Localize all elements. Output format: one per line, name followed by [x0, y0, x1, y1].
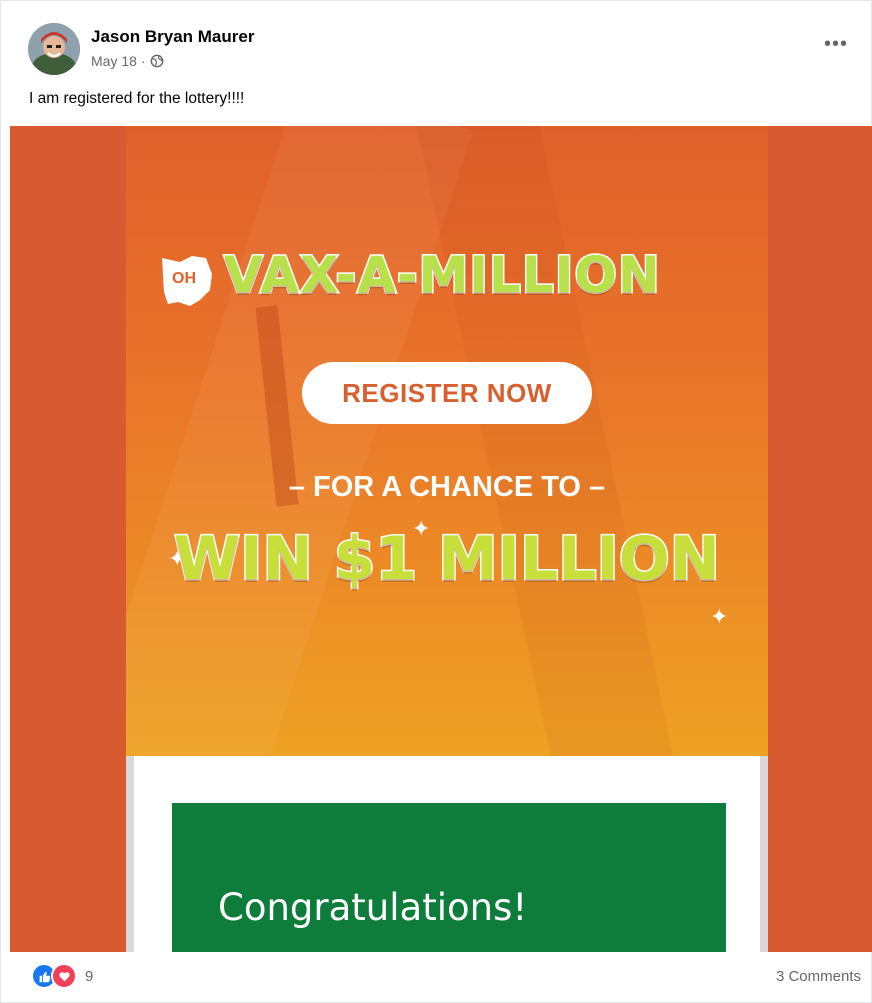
vax-a-million-logo: OH VAX-A-MILLION: [158, 245, 738, 316]
for-a-chance-to-text: – FOR A CHANCE TO –: [288, 471, 606, 503]
post-image[interactable]: OH VAX-A-MILLION REGISTER NOW – FOR A CH…: [10, 126, 872, 952]
globe-icon: [150, 54, 163, 68]
vax-a-million-title: VAX-A-MILLION: [223, 245, 662, 306]
decorative-stripe: [408, 126, 684, 756]
ohio-abbreviation: OH: [172, 270, 196, 287]
confirmation-card: Congratulations!: [134, 756, 760, 952]
more-options-icon[interactable]: •••: [824, 33, 848, 56]
post-footer: 9 3 Comments: [31, 963, 861, 993]
facebook-post: Jason Bryan Maurer May 18 · ••• I am reg…: [0, 0, 872, 1003]
reactions-summary[interactable]: 9: [31, 963, 93, 989]
vax-a-million-poster: OH VAX-A-MILLION REGISTER NOW – FOR A CH…: [126, 126, 768, 756]
post-header: Jason Bryan Maurer May 18 · •••: [28, 23, 848, 75]
register-now-button: REGISTER NOW: [302, 362, 592, 424]
post-meta: May 18 ·: [91, 53, 164, 69]
post-caption: I am registered for the lottery!!!!: [29, 90, 245, 107]
avatar[interactable]: [28, 23, 80, 75]
reaction-count: 9: [85, 967, 94, 985]
congratulations-banner: Congratulations!: [172, 803, 726, 952]
decorative-stripe: [126, 126, 473, 756]
love-icon: [51, 963, 77, 989]
post-date[interactable]: May 18: [91, 53, 137, 69]
avatar-image: [28, 23, 80, 75]
confirmation-card-frame: Congratulations!: [126, 756, 768, 952]
author-name[interactable]: Jason Bryan Maurer: [91, 27, 254, 47]
sparkle-icon: ✦: [710, 604, 729, 629]
congratulations-text: Congratulations!: [218, 886, 528, 929]
win-1-million-text: WIN $1 MILLION: [172, 523, 721, 596]
comments-link[interactable]: 3 Comments: [776, 968, 861, 985]
meta-separator: ·: [140, 53, 146, 69]
